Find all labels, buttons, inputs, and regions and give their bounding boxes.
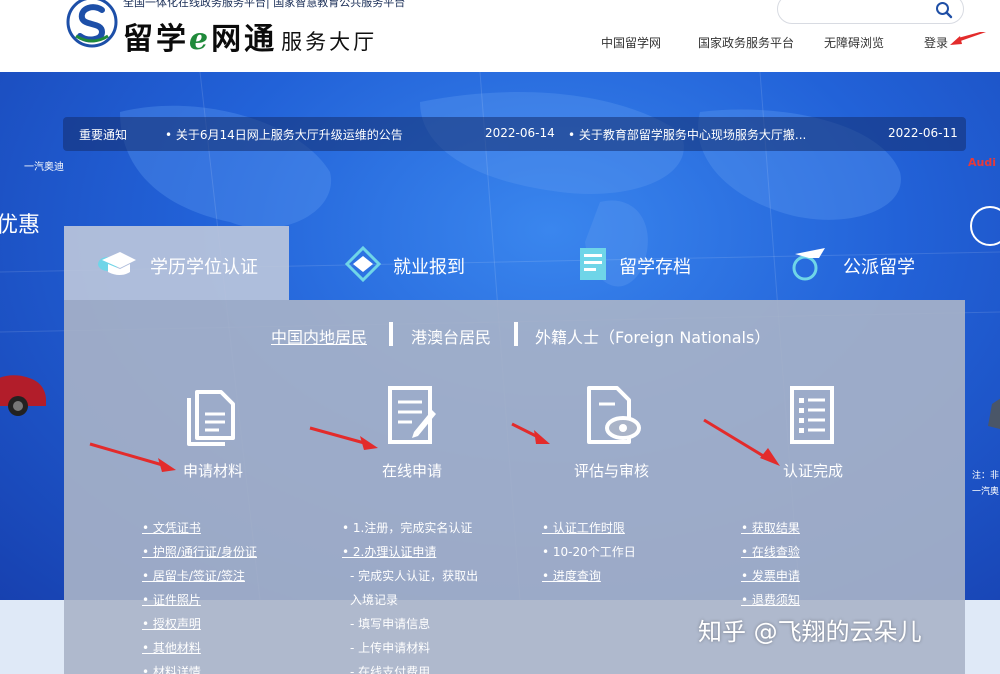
list-item: - 完成实人认证，获取出 <box>350 569 479 583</box>
list-item[interactable]: • 文凭证书 <box>142 516 257 540</box>
divider <box>389 322 393 346</box>
review-list: • 认证工作时限 • 10-20个工作日 • 进度查询 <box>542 516 636 588</box>
list-item[interactable]: • 2.办理认证申请 <box>342 540 478 564</box>
citizen-option-foreign[interactable]: 外籍人士（Foreign Nationals） <box>535 324 770 348</box>
watermark: 知乎 @飞翔的云朵儿 <box>698 618 922 646</box>
list-item: - 上传申请材料 <box>350 641 431 655</box>
tab-government-funded-study[interactable]: 公派留学 <box>739 226 965 300</box>
tab-label: 公派留学 <box>843 257 915 278</box>
list-item[interactable]: • 在线查验 <box>741 540 800 564</box>
list-item: - 填写申请信息 <box>350 617 431 631</box>
online-apply-list: • 1.注册，完成实名认证 • 2.办理认证申请 - 完成实人认证，获取出 入境… <box>342 516 478 674</box>
login-link[interactable]: 登录 <box>924 34 948 51</box>
list-item[interactable]: • 证件照片 <box>142 588 257 612</box>
citizen-option-mainland[interactable]: 中国内地居民 <box>271 324 367 348</box>
notice-item-date: 2022-06-11 <box>888 126 958 140</box>
logo-subtitle: 服务大厅 <box>281 30 378 54</box>
site-header: 全国一体化在线政务服务平台| 国家智慧教育公共服务平台 留学e网通 服务大厅 中国… <box>0 0 1000 72</box>
step-complete: 认证完成 <box>783 462 844 480</box>
tab-degree-certification[interactable]: 学历学位认证 <box>64 226 289 300</box>
notice-item-title[interactable]: • 关于教育部留学服务中心现场服务大厅搬... <box>568 126 806 143</box>
step-apply-materials: 申请材料 <box>183 462 244 480</box>
notice-item-date: 2022-06-14 <box>485 126 555 140</box>
ad-promo-text: 优惠 <box>0 213 41 238</box>
list-item[interactable]: • 退费须知 <box>741 588 800 612</box>
list-item: • 1.注册，完成实名认证 <box>342 521 473 535</box>
link-china-study-abroad[interactable]: 中国留学网 <box>601 34 661 51</box>
site-logo[interactable]: 全国一体化在线政务服务平台| 国家智慧教育公共服务平台 留学e网通 服务大厅 <box>66 0 426 57</box>
plane-globe-icon <box>792 248 825 281</box>
link-gov-service-platform[interactable]: 国家政务服务平台 <box>698 34 794 51</box>
handshake-icon <box>344 245 382 282</box>
list-item[interactable]: • 获取结果 <box>741 516 800 540</box>
search-icon[interactable] <box>935 1 953 19</box>
tab-label: 留学存档 <box>619 257 691 278</box>
ad-footnote: 注：非 一汽奥 <box>972 471 1000 497</box>
notice-item-title[interactable]: • 关于6月14日网上服务大厅升级运维的公告 <box>165 126 403 143</box>
document-eye-icon <box>587 386 641 444</box>
list-item: • 10-20个工作日 <box>542 545 636 559</box>
annotation-arrow-icon <box>309 426 378 450</box>
citizen-option-hk-macao-taiwan[interactable]: 港澳台居民 <box>411 324 491 348</box>
list-item[interactable]: • 进度查询 <box>542 564 636 588</box>
list-item[interactable]: • 居留卡/签证/签注 <box>142 564 257 588</box>
annotation-arrow-icon <box>511 422 550 444</box>
annotation-arrow-icon <box>703 418 780 466</box>
ad-brand-right: Audi <box>968 156 996 169</box>
documents-icon <box>187 390 235 446</box>
list-item: - 在线支付费用 <box>350 665 431 674</box>
list-item[interactable]: • 其他材料 <box>142 636 257 660</box>
step-review: 评估与审核 <box>574 462 650 480</box>
logo-emblem-icon <box>66 0 118 48</box>
notice-bar: 重要通知 • 关于6月14日网上服务大厅升级运维的公告 2022-06-14 •… <box>63 117 966 151</box>
notice-label: 重要通知 <box>79 128 128 142</box>
tab-study-archive[interactable]: 留学存档 <box>514 226 739 300</box>
link-accessibility[interactable]: 无障碍浏览 <box>824 34 884 51</box>
tab-employment-registration[interactable]: 就业报到 <box>289 226 514 300</box>
car-image-icon <box>988 398 1000 429</box>
car-image-icon <box>0 375 46 416</box>
list-item[interactable]: • 材料详情 <box>142 660 257 674</box>
checklist-icon <box>790 386 834 444</box>
search-input[interactable] <box>777 0 964 24</box>
list-item[interactable]: • 发票申请 <box>741 564 800 588</box>
tab-label: 学历学位认证 <box>150 257 258 278</box>
graduation-cap-icon <box>98 252 136 275</box>
form-edit-icon <box>388 386 436 444</box>
tab-label: 就业报到 <box>393 257 465 278</box>
logo-brand: 留学e网通 <box>123 22 278 57</box>
annotation-arrow-icon <box>950 32 986 45</box>
archive-icon <box>580 248 606 280</box>
materials-list: • 文凭证书 • 护照/通行证/身份证 • 居留卡/签证/签注 • 证件照片 •… <box>142 516 257 674</box>
divider <box>514 322 518 346</box>
list-item[interactable]: • 授权声明 <box>142 612 257 636</box>
list-item: 入境记录 <box>350 593 399 607</box>
list-item[interactable]: • 认证工作时限 <box>542 516 636 540</box>
complete-list: • 获取结果 • 在线查验 • 发票申请 • 退费须知 <box>741 516 800 612</box>
annotation-arrow-icon <box>89 442 176 472</box>
list-item[interactable]: • 护照/通行证/身份证 <box>142 540 257 564</box>
step-online-apply: 在线申请 <box>382 462 443 480</box>
ad-brand-text: 一汽奥迪 <box>24 162 64 173</box>
logo-tagline: 全国一体化在线政务服务平台| 国家智慧教育公共服务平台 <box>123 0 406 9</box>
